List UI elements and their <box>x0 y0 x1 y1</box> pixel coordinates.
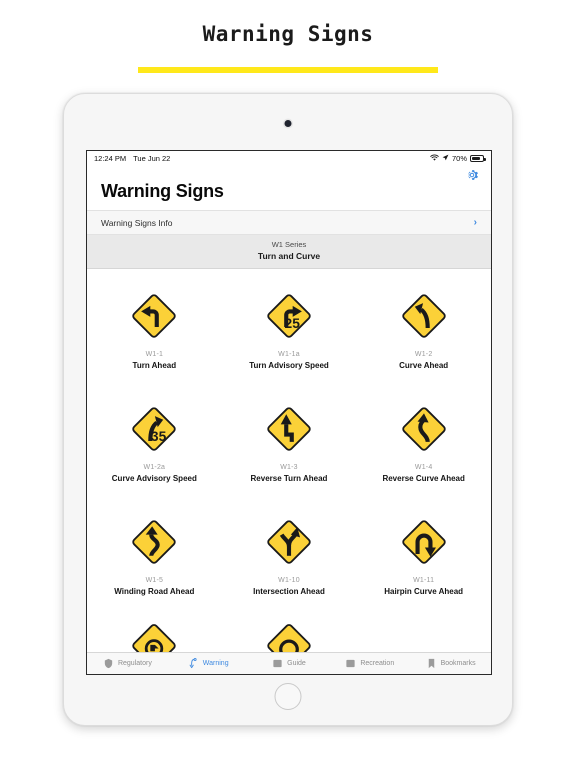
sign-code: W1-4 <box>414 463 433 471</box>
tab-recreation[interactable]: Recreation <box>329 658 410 669</box>
status-date: Tue Jun 22 <box>133 154 171 163</box>
sign-label: Turn Advisory Speed <box>249 360 329 370</box>
sign-hairpin-curve <box>401 509 447 575</box>
curve-icon <box>188 658 199 669</box>
home-button[interactable] <box>274 683 302 710</box>
sign-turn-right-speed: 25 <box>266 283 312 349</box>
ipad-screen: 12:24 PM Tue Jun 22 70% Warning Signs Wa… <box>86 150 492 675</box>
sign-cell[interactable]: W1-3 Reverse Turn Ahead <box>222 396 357 509</box>
shield-icon <box>103 658 114 669</box>
square-icon <box>345 658 356 669</box>
tab-label: Guide <box>287 660 306 667</box>
chevron-right-icon: › <box>473 216 477 228</box>
nav-title: Warning Signs <box>101 181 224 201</box>
svg-text:25: 25 <box>285 316 301 331</box>
gear-icon[interactable] <box>465 168 479 182</box>
sign-label: Winding Road Ahead <box>114 586 195 596</box>
wifi-icon <box>430 154 439 164</box>
sign-cell[interactable]: 25 W1-1a Turn Advisory Speed <box>222 283 357 396</box>
sign-winding-road <box>131 509 177 575</box>
tab-label: Warning <box>202 660 229 667</box>
sign-code: W1-5 <box>145 576 164 584</box>
sign-curve-right-speed: 35 <box>131 396 177 462</box>
sign-code: W1-2a <box>143 463 166 471</box>
section-series: W1 Series <box>271 240 307 250</box>
square-icon <box>272 658 283 669</box>
sign-code: W1-1 <box>145 350 164 358</box>
section-header: W1 Series Turn and Curve <box>87 235 491 269</box>
section-name: Turn and Curve <box>257 250 321 261</box>
sign-reverse-turn <box>266 396 312 462</box>
ipad-frame: 12:24 PM Tue Jun 22 70% Warning Signs Wa… <box>63 93 513 726</box>
sign-cell[interactable]: W1-10 Intersection Ahead <box>222 509 357 622</box>
sign-partial-b <box>266 622 312 652</box>
bookmark-icon <box>426 658 437 669</box>
warning-signs-info-row[interactable]: Warning Signs Info › <box>87 210 491 236</box>
sign-turn-left <box>131 283 177 349</box>
status-bar: 12:24 PM Tue Jun 22 70% <box>87 151 491 166</box>
sign-label: Hairpin Curve Ahead <box>384 586 464 596</box>
sign-label: Turn Ahead <box>132 360 177 370</box>
page-title: Warning Signs <box>202 22 374 46</box>
sign-cell-partial[interactable] <box>356 622 491 652</box>
info-row-label: Warning Signs Info <box>101 217 173 228</box>
sign-code: W1-10 <box>278 576 300 584</box>
sign-cell[interactable]: W1-2 Curve Ahead <box>356 283 491 396</box>
sign-label: Intersection Ahead <box>253 586 325 596</box>
sign-label: Curve Ahead <box>399 360 449 370</box>
sign-cell[interactable]: W1-5 Winding Road Ahead <box>87 509 222 622</box>
sign-label: Reverse Curve Ahead <box>382 473 465 483</box>
tab-bookmarks[interactable]: Bookmarks <box>410 658 491 669</box>
sign-partial-a <box>131 622 177 652</box>
location-arrow-icon <box>442 154 449 163</box>
sign-code: W1-2 <box>414 350 433 358</box>
tab-label: Regulatory <box>117 660 152 667</box>
tab-label: Bookmarks <box>440 660 476 667</box>
sign-intersection <box>266 509 312 575</box>
sign-cell[interactable]: W1-1 Turn Ahead <box>87 283 222 396</box>
sign-cell-partial[interactable] <box>87 622 222 652</box>
tab-warning[interactable]: Warning <box>168 658 249 669</box>
svg-text:35: 35 <box>151 429 167 444</box>
title-underline-rule <box>138 67 438 73</box>
sign-cell-partial[interactable] <box>222 622 357 652</box>
sign-grid-scroll[interactable]: W1-1 Turn Ahead 25 W1-1a Turn Advisory Speed… <box>87 268 491 652</box>
sign-label: Curve Advisory Speed <box>111 473 197 483</box>
sign-cell[interactable]: W1-4 Reverse Curve Ahead <box>356 396 491 509</box>
status-time: 12:24 PM <box>94 154 127 163</box>
nav-header: Warning Signs <box>87 166 491 210</box>
sign-code: W1-11 <box>413 576 435 584</box>
tab-label: Recreation <box>360 660 395 667</box>
sign-code: W1-3 <box>280 463 298 471</box>
tab-regulatory[interactable]: Regulatory <box>87 658 168 669</box>
tab-bar: Regulatory Warning Guide Recreation Bookmark… <box>87 652 491 674</box>
sign-reverse-curve <box>401 396 447 462</box>
sign-curve-left <box>401 283 447 349</box>
sign-code: W1-1a <box>278 350 300 358</box>
sign-label: Reverse Turn Ahead <box>250 473 328 483</box>
battery-icon <box>470 155 486 162</box>
sign-cell[interactable]: W1-11 Hairpin Curve Ahead <box>356 509 491 622</box>
front-camera-icon <box>284 120 292 127</box>
sign-grid: W1-1 Turn Ahead 25 W1-1a Turn Advisory Speed… <box>87 269 491 652</box>
battery-percent: 70% <box>451 154 467 163</box>
tab-guide[interactable]: Guide <box>249 658 330 669</box>
sign-cell[interactable]: 35 W1-2a Curve Advisory Speed <box>87 396 222 509</box>
